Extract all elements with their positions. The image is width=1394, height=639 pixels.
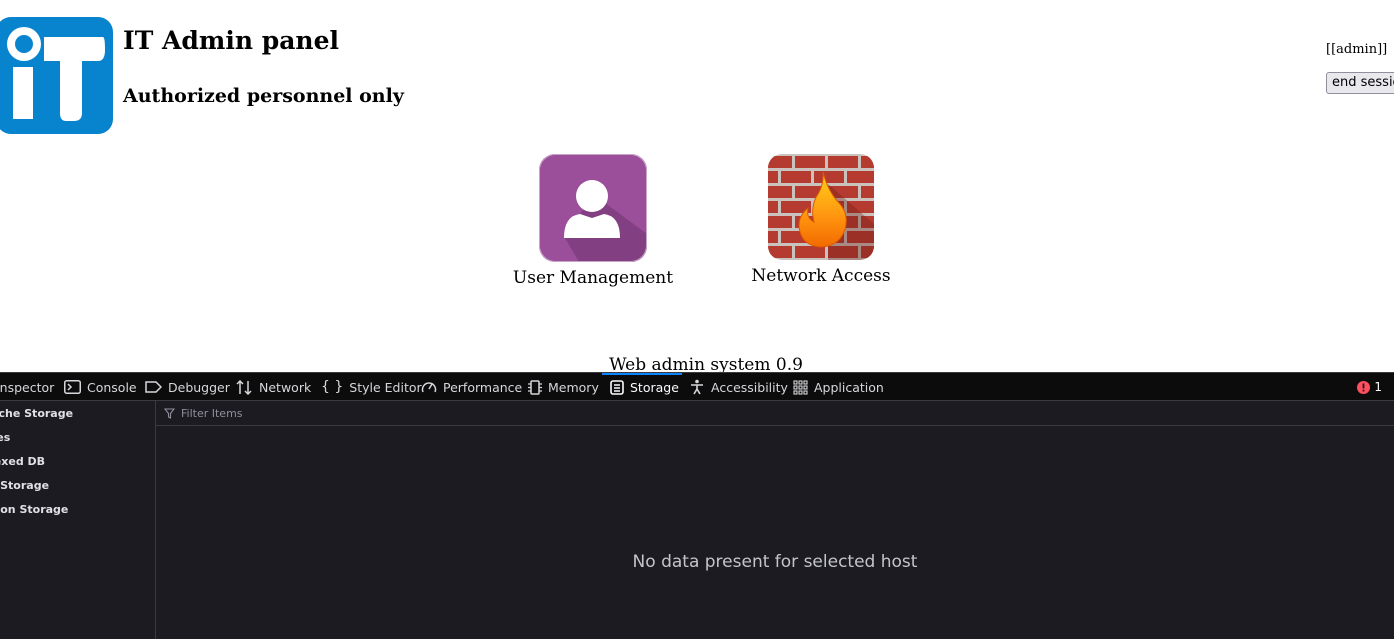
tab-label: Debugger: [168, 379, 230, 395]
current-user-label: [[admin]]: [1326, 42, 1388, 57]
tab-memory[interactable]: Memory: [528, 373, 599, 401]
tab-label: Accessibility: [711, 379, 788, 395]
sidebar-item-cache-storage[interactable]: Cache Storage: [0, 407, 88, 420]
it-logo: [0, 17, 113, 134]
sidebar-item-label: Local Storage: [0, 479, 50, 492]
tab-label: Storage: [630, 379, 679, 395]
tab-debugger[interactable]: Debugger: [145, 373, 230, 401]
app-label: User Management: [512, 268, 674, 288]
sidebar-item-label: Cookies: [0, 431, 11, 444]
tab-style-editor[interactable]: { } Style Editor: [321, 373, 422, 401]
error-count-badge[interactable]: 1: [1357, 373, 1382, 401]
sidebar-item-cookies[interactable]: Cookies: [0, 431, 46, 444]
tab-label: Network: [259, 379, 312, 395]
sidebar-item-session-storage[interactable]: Session Storage: [0, 503, 98, 516]
performance-icon: [421, 382, 437, 393]
devtools-toolbar: Inspector Console Debugger Network { } S…: [0, 372, 1394, 401]
style-editor-icon: { }: [321, 379, 344, 395]
tab-label: Style Editor: [349, 379, 422, 395]
tab-label: Console: [87, 379, 137, 395]
tab-label: Memory: [548, 379, 599, 395]
admin-page: IT Admin panel Authorized personnel only…: [0, 0, 1394, 372]
empty-state-message: No data present for selected host: [632, 552, 918, 572]
debugger-icon: [145, 381, 162, 393]
end-session-button[interactable]: end session: [1326, 72, 1394, 94]
storage-sidebar: Cache Storage Cookies Indexed DB Local S…: [0, 401, 156, 639]
error-count: 1: [1374, 380, 1382, 394]
app-network-access[interactable]: Network Access: [731, 154, 911, 286]
filter-bar: [156, 401, 1394, 426]
tab-network[interactable]: Network: [236, 373, 311, 401]
sidebar-item-label: Cache Storage: [0, 407, 74, 420]
app-user-management[interactable]: User Management: [503, 154, 683, 288]
application-icon: [793, 379, 808, 395]
tab-label: Performance: [443, 379, 523, 395]
sidebar-item-label: Session Storage: [0, 503, 69, 516]
footer-version: Web admin system 0.9: [609, 355, 803, 372]
filter-icon: [164, 407, 175, 419]
tab-inspector[interactable]: Inspector: [0, 373, 54, 401]
devtools-panel: Inspector Console Debugger Network { } S…: [0, 372, 1394, 639]
tab-accessibility[interactable]: Accessibility: [689, 373, 788, 401]
app-label: Network Access: [751, 266, 891, 286]
filter-items-input[interactable]: [179, 402, 1394, 424]
tab-label: Inspector: [0, 379, 55, 395]
sidebar-item-label: Indexed DB: [0, 455, 46, 468]
console-icon: [64, 380, 81, 394]
memory-icon: [528, 379, 542, 395]
tab-storage[interactable]: Storage: [610, 373, 679, 401]
sidebar-item-local-storage[interactable]: Local Storage: [0, 479, 83, 492]
firewall-icon: [768, 154, 874, 260]
accessibility-icon: [691, 379, 703, 395]
tab-console[interactable]: Console: [64, 373, 137, 401]
storage-icon: [610, 379, 624, 395]
network-icon: [236, 379, 252, 395]
user-icon: [539, 154, 647, 262]
tab-label: Application: [814, 379, 884, 395]
tab-performance[interactable]: Performance: [421, 373, 522, 401]
sidebar-item-indexed-db[interactable]: Indexed DB: [0, 455, 69, 468]
tab-application[interactable]: Application: [793, 373, 884, 401]
error-icon: [1357, 380, 1371, 394]
page-subtitle: Authorized personnel only: [123, 85, 404, 107]
page-title: IT Admin panel: [123, 26, 339, 55]
